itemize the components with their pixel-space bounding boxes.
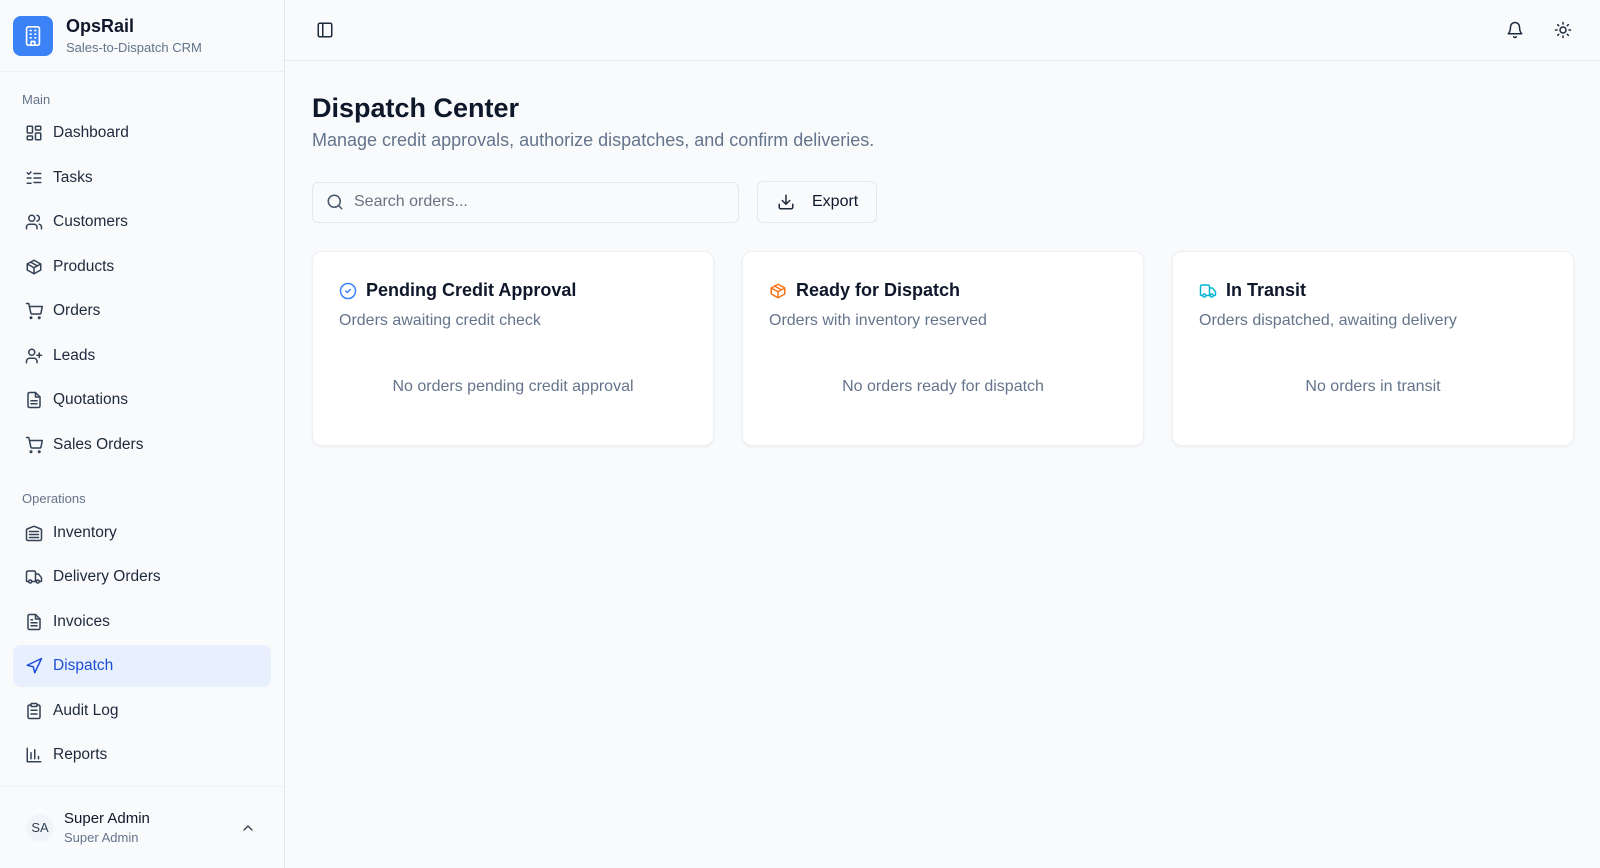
truck-icon <box>25 568 43 586</box>
file-icon <box>25 391 43 409</box>
avatar: SA <box>26 813 54 842</box>
file-text-icon <box>25 613 43 631</box>
sidebar-item-leads[interactable]: Leads <box>13 335 271 377</box>
sidebar-item-label: Audit Log <box>53 701 119 719</box>
cart-icon <box>25 302 43 320</box>
card-description: Orders with inventory reserved <box>769 312 987 329</box>
search-input[interactable] <box>354 193 725 211</box>
sun-icon <box>1554 21 1572 39</box>
card-description: Orders awaiting credit check <box>339 312 541 329</box>
nav-section-label: Main <box>22 91 51 107</box>
sidebar-item-label: Leads <box>53 346 96 364</box>
page-title: Dispatch Center <box>312 93 520 123</box>
card-empty-state: No orders in transit <box>1305 378 1441 395</box>
sidebar-item-label: Tasks <box>53 168 93 186</box>
sidebar-item-orders[interactable]: Orders <box>13 290 271 332</box>
user-name: Super Admin <box>64 809 150 827</box>
nav-section-main: Main Dashboard Tasks Customers Products … <box>13 86 271 466</box>
sidebar-item-reports[interactable]: Reports <box>13 734 271 776</box>
warehouse-icon <box>25 524 43 542</box>
sidebar-item-label: Delivery Orders <box>53 568 161 585</box>
search-icon <box>326 193 344 211</box>
sidebar-item-inventory[interactable]: Inventory <box>13 512 271 554</box>
export-button[interactable]: Export <box>757 181 878 223</box>
nav-section-operations: Operations Inventory Delivery Orders Inv… <box>13 486 271 777</box>
search-box[interactable] <box>312 181 739 223</box>
bell-icon <box>1506 21 1524 39</box>
nav-section-label: Operations <box>22 491 86 506</box>
card-in-transit: In Transit Orders dispatched, awaiting d… <box>1172 251 1574 446</box>
sidebar-nav: Main Dashboard Tasks Customers Products … <box>0 72 284 786</box>
sidebar-item-tasks[interactable]: Tasks <box>13 157 271 199</box>
bar-chart-icon <box>25 746 43 764</box>
sidebar-item-label: Sales Orders <box>53 435 144 453</box>
package-icon <box>25 258 43 276</box>
card-title: In Transit <box>1226 280 1307 300</box>
users-icon <box>25 213 43 231</box>
user-plus-icon <box>25 347 43 365</box>
clipboard-icon <box>25 702 43 720</box>
sidebar-item-dashboard[interactable]: Dashboard <box>13 112 271 154</box>
sidebar-item-delivery-orders[interactable]: Delivery Orders <box>13 556 271 598</box>
dashboard-icon <box>25 124 43 142</box>
topbar <box>285 0 1600 61</box>
page-subtitle: Manage credit approvals, authorize dispa… <box>312 130 875 150</box>
cart-icon <box>25 436 43 454</box>
chevron-up-icon[interactable] <box>240 820 256 836</box>
sidebar-item-label: Dispatch <box>53 657 114 674</box>
theme-toggle-button[interactable] <box>1545 12 1581 48</box>
sidebar-item-quotations[interactable]: Quotations <box>13 379 271 421</box>
send-icon <box>25 657 43 675</box>
sidebar-toggle-button[interactable] <box>307 12 343 48</box>
sidebar-item-sales-orders[interactable]: Sales Orders <box>13 424 271 466</box>
sidebar-item-customers[interactable]: Customers <box>13 201 271 243</box>
sidebar-item-label: Products <box>53 257 115 275</box>
card-pending-credit-approval: Pending Credit Approval Orders awaiting … <box>312 251 714 446</box>
sidebar-item-dispatch[interactable]: Dispatch <box>13 645 271 687</box>
building-icon <box>13 15 53 56</box>
card-empty-state: No orders ready for dispatch <box>842 378 1044 395</box>
card-title: Ready for Dispatch <box>796 280 961 300</box>
sidebar-item-label: Inventory <box>53 523 117 541</box>
card-description: Orders dispatched, awaiting delivery <box>1199 312 1457 329</box>
sidebar-item-label: Invoices <box>53 612 110 630</box>
sidebar-item-invoices[interactable]: Invoices <box>13 601 271 643</box>
card-empty-state: No orders pending credit approval <box>392 378 634 395</box>
circle-check-icon <box>339 282 357 300</box>
brand-header[interactable]: OpsRail Sales-to-Dispatch CRM <box>0 0 284 72</box>
tasks-icon <box>25 169 43 187</box>
sidebar-item-products[interactable]: Products <box>13 246 271 288</box>
panel-left-icon <box>316 21 334 39</box>
notifications-button[interactable] <box>1497 12 1533 48</box>
sidebar-item-label: Quotations <box>53 391 128 408</box>
page-content: Dispatch Center Manage credit approvals,… <box>285 61 1600 476</box>
sidebar-item-label: Orders <box>53 302 101 319</box>
card-ready-for-dispatch: Ready for Dispatch Orders with inventory… <box>742 251 1144 446</box>
export-label: Export <box>812 193 859 210</box>
user-menu[interactable]: SA Super Admin Super Admin <box>0 786 284 868</box>
package-icon <box>769 282 787 300</box>
card-title: Pending Credit Approval <box>366 280 577 300</box>
toolbar: Export <box>312 181 1574 223</box>
sidebar-item-label: Reports <box>53 746 108 763</box>
brand-subtitle: Sales-to-Dispatch CRM <box>66 39 202 55</box>
user-role: Super Admin <box>64 829 139 845</box>
sidebar-item-label: Customers <box>53 213 128 230</box>
main-area: Dispatch Center Manage credit approvals,… <box>285 0 1600 868</box>
sidebar-item-label: Dashboard <box>53 124 129 141</box>
sidebar: OpsRail Sales-to-Dispatch CRM Main Dashb… <box>0 0 285 868</box>
status-cards: Pending Credit Approval Orders awaiting … <box>312 251 1574 446</box>
truck-icon <box>1199 282 1217 300</box>
download-icon <box>777 193 795 211</box>
brand-name: OpsRail <box>66 15 135 36</box>
sidebar-item-audit-log[interactable]: Audit Log <box>13 690 271 732</box>
